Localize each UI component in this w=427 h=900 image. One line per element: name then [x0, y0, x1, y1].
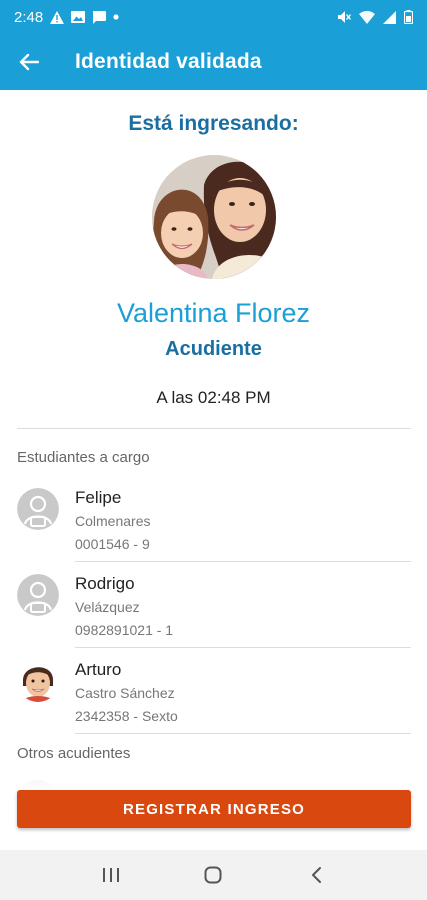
recent-apps-button[interactable]: [86, 850, 136, 900]
student-id: 0001546 - 9: [75, 536, 150, 552]
back-icon: [311, 867, 321, 883]
avatar-placeholder-icon: [17, 574, 59, 616]
section-divider: [17, 428, 411, 429]
student-last-name: Colmenares: [75, 513, 151, 529]
student-row[interactable]: Felipe Colmenares 0001546 - 9: [0, 476, 427, 562]
student-photo: [17, 660, 59, 702]
status-bar: 2:48: [0, 0, 427, 34]
student-row[interactable]: Arturo Castro Sánchez 2342358 - Sexto: [0, 648, 427, 734]
back-button[interactable]: [0, 34, 58, 90]
student-last-name: Velázquez: [75, 599, 140, 615]
status-left: 2:48: [14, 9, 119, 26]
page-title: Identidad validada: [75, 50, 262, 73]
home-icon: [204, 866, 222, 884]
student-first-name: Rodrigo: [75, 574, 135, 593]
image-icon: [71, 11, 86, 23]
signal-icon: [383, 10, 396, 24]
student-id: 2342358 - Sexto: [75, 708, 178, 724]
entry-time: A las 02:48 PM: [156, 388, 271, 407]
recent-apps-icon: [103, 868, 120, 882]
app-bar: Identidad validada: [0, 34, 427, 90]
student-last-name: Castro Sánchez: [75, 685, 175, 701]
home-button[interactable]: [188, 850, 238, 900]
status-time: 2:48: [14, 8, 44, 26]
visitor-role: Acudiente: [165, 338, 262, 360]
arrow-left-icon: [19, 53, 39, 71]
system-back-button[interactable]: [291, 850, 341, 900]
student-first-name: Felipe: [75, 488, 122, 507]
battery-icon: [404, 10, 413, 24]
student-id: 0982891021 - 1: [75, 622, 174, 638]
avatar-placeholder-icon: [17, 488, 59, 530]
status-right: [337, 10, 413, 24]
other-guardians-header: Otros acudientes: [17, 745, 131, 762]
system-nav-bar: [0, 850, 427, 900]
register-entry-button[interactable]: REGISTRAR INGRESO: [17, 790, 411, 828]
dot-icon: [113, 14, 119, 20]
student-row[interactable]: Rodrigo Velázquez 0982891021 - 1: [0, 562, 427, 648]
wifi-icon: [359, 10, 375, 24]
visitor-photo: [152, 155, 276, 279]
entering-label: Está ingresando:: [128, 112, 299, 135]
mute-icon: [337, 10, 351, 24]
warning-icon: [50, 10, 65, 24]
students-section-header: Estudiantes a cargo: [17, 449, 150, 466]
message-icon: [92, 10, 107, 24]
visitor-name: Valentina Florez: [116, 298, 311, 328]
student-first-name: Arturo: [75, 660, 122, 679]
row-divider: [75, 733, 411, 734]
